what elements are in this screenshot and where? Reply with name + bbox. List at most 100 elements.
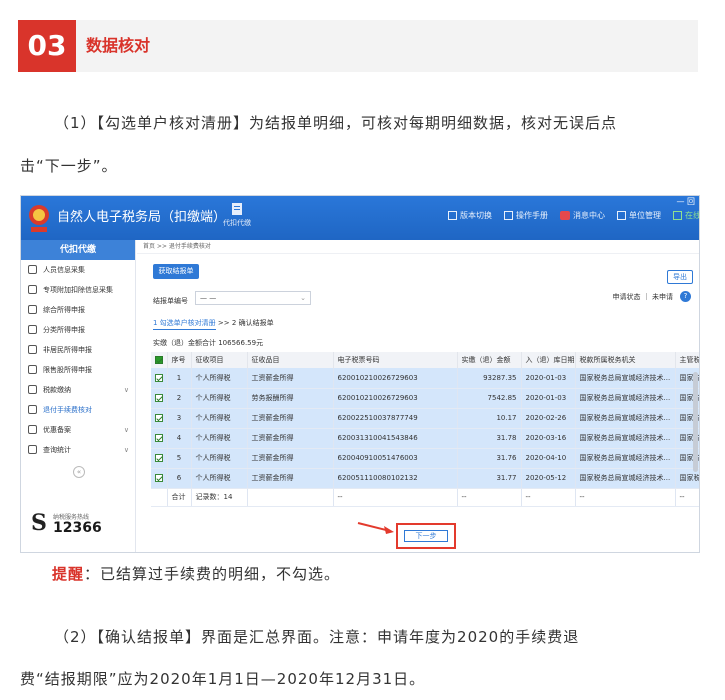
table-cell: 国家税务总局宣城经济技术... xyxy=(575,448,676,469)
hotline-number: 12366 xyxy=(53,520,102,536)
sidebar-collapse-icon[interactable]: « xyxy=(73,466,85,478)
get-statement-button[interactable]: 获取结报单 xyxy=(153,264,199,279)
sidebar-item[interactable]: 税款缴纳 ∨ xyxy=(21,380,135,400)
sidebar-item-label: 查询统计 xyxy=(43,446,71,454)
footer-cell: -- xyxy=(575,488,676,507)
doc-icon xyxy=(28,425,37,434)
national-emblem-icon xyxy=(29,205,49,232)
next-step-button[interactable]: 下一步 xyxy=(404,530,448,542)
table-row[interactable]: 6 个人所得税 工资薪金所得 620051110080102132 31.77 2020-… xyxy=(151,468,699,489)
search-icon xyxy=(28,445,37,454)
row-checkbox[interactable] xyxy=(151,428,168,449)
doc-icon xyxy=(28,405,37,414)
person-icon xyxy=(28,345,37,354)
amount-total: 实缴（退）金额合计 106566.59元 xyxy=(153,339,264,347)
vertical-scrollbar[interactable] xyxy=(693,372,698,472)
table-cell: 个人所得税 xyxy=(191,408,248,429)
manual-button[interactable]: 操作手册 xyxy=(504,210,548,221)
breadcrumb[interactable]: 首页 >> 退付手续费核对 xyxy=(137,240,699,254)
step-2-tab[interactable]: 2 确认结报单 xyxy=(232,319,274,327)
table-row[interactable]: 4 个人所得税 工资薪金所得 620031310041543846 31.78 2020-… xyxy=(151,428,699,449)
footer-cell: -- xyxy=(333,488,458,507)
top-toolbar: 版本切换 操作手册 消息中心 单位管理 在线 xyxy=(448,210,699,221)
sidebar-item-label: 优惠备案 xyxy=(43,426,71,434)
sidebar-item-label: 分类所得申报 xyxy=(43,326,85,334)
chevron-down-icon: ⌄ xyxy=(300,294,306,302)
sidebar-item[interactable]: 专项附加扣除信息采集 xyxy=(21,280,135,300)
table-cell: 31.77 xyxy=(457,468,522,489)
table-row[interactable]: 5 个人所得税 工资薪金所得 620040910051476003 31.76 2020-… xyxy=(151,448,699,469)
row-checkbox[interactable] xyxy=(151,408,168,429)
sidebar-item-label: 非居民所得申报 xyxy=(43,346,92,354)
table-cell: 620010210026729603 xyxy=(333,368,458,389)
tip-label: 提醒 xyxy=(52,565,85,583)
sidebar-item[interactable]: 查询统计 ∨ xyxy=(21,440,135,460)
bar-chart-icon xyxy=(28,365,37,374)
table-cell: 国家税务总局宣城经济技术... xyxy=(575,388,676,409)
row-checkbox[interactable] xyxy=(151,448,168,469)
app-title: 自然人电子税务局（扣缴端） xyxy=(57,210,227,225)
help-icon[interactable]: ? xyxy=(680,291,691,302)
table-row[interactable]: 1 个人所得税 工资薪金所得 620010210026729603 93287.35 20… xyxy=(151,368,699,389)
row-checkbox[interactable] xyxy=(151,388,168,409)
building-icon xyxy=(617,211,626,220)
version-switch-button[interactable]: 版本切换 xyxy=(448,210,492,221)
sidebar-item[interactable]: 人员信息采集 xyxy=(21,260,135,280)
app-top-bar: 自然人电子税务局（扣缴端） 代扣代缴 版本切换 操作手册 消息中心 单位管理 在… xyxy=(21,196,699,240)
table-row[interactable]: 3 个人所得税 工资薪金所得 620022510037877749 10.17 2020-… xyxy=(151,408,699,429)
section-number: 03 xyxy=(18,20,76,72)
table-row[interactable]: 2 个人所得税 劳务报酬所得 620010210026729603 7542.85 202… xyxy=(151,388,699,409)
select-all-checkbox[interactable] xyxy=(151,352,168,368)
sidebar-item[interactable]: 综合所得申报 xyxy=(21,300,135,320)
tax-s-logo-icon: S xyxy=(31,510,47,536)
deputy-module-label: 代扣代缴 xyxy=(223,219,251,227)
sidebar-item[interactable]: 退付手续费核对 xyxy=(21,400,135,420)
row-checkbox[interactable] xyxy=(151,368,168,389)
batch-number-value: — — xyxy=(200,294,217,302)
hotline-badge: S 纳税服务热线 12366 xyxy=(31,510,131,542)
message-icon xyxy=(560,211,570,220)
sidebar-item[interactable]: 限售股所得申报 xyxy=(21,360,135,380)
row-checkbox[interactable] xyxy=(151,468,168,489)
message-center-button[interactable]: 消息中心 xyxy=(560,210,605,221)
table-cell: 国家税务总局宣城经济技术... xyxy=(575,368,676,389)
table-cell: 620040910051476003 xyxy=(333,448,458,469)
deputy-module-button[interactable]: 代扣代缴 xyxy=(217,202,257,228)
window-controls[interactable]: — 回 xyxy=(676,196,695,207)
main-panel: 首页 >> 退付手续费核对 获取结报单 导出 结报单编号 — — ⌄ 申请状态 … xyxy=(137,240,699,552)
chevron-down-icon: ∨ xyxy=(123,386,129,394)
table-cell: 31.76 xyxy=(457,448,522,469)
chat-icon xyxy=(673,211,682,220)
footer-cell: -- xyxy=(675,488,699,507)
tip-text: ：已结算过手续费的明细，不勾选。 xyxy=(84,565,341,583)
clock-icon xyxy=(28,325,37,334)
table-cell: 2020-02-26 xyxy=(521,408,576,429)
sidebar: 代扣代缴 人员信息采集 专项附加扣除信息采集 综合所得申报分类所得申报 非居民所得申报… xyxy=(21,240,136,552)
sidebar-item[interactable]: 分类所得申报 xyxy=(21,320,135,340)
online-service-button[interactable]: 在线 xyxy=(673,210,699,221)
col-header-item: 征收项目 xyxy=(191,352,248,368)
paragraph-2-line-1: （2）【确认结报单】界面是汇总界面。注意：申请年度为2020的手续费退 xyxy=(54,628,580,646)
unit-management-button[interactable]: 单位管理 xyxy=(617,210,661,221)
footer-cell: -- xyxy=(521,488,576,507)
sidebar-item-label: 限售股所得申报 xyxy=(43,366,92,374)
table-cell: 工资薪金所得 xyxy=(247,468,334,489)
col-header-date: 入（退）库日期 xyxy=(521,352,576,368)
person-icon xyxy=(28,265,37,274)
sidebar-header: 代扣代缴 xyxy=(21,240,135,260)
export-button[interactable]: 导出 xyxy=(667,270,693,284)
table-cell: 国家税务总局宣城经济技术... xyxy=(575,468,676,489)
batch-number-label: 结报单编号 xyxy=(153,297,188,305)
switch-icon xyxy=(448,211,457,220)
table-cell: 个人所得税 xyxy=(191,388,248,409)
chevron-down-icon: ∨ xyxy=(123,426,129,434)
apply-status: 申请状态 ｜ 未申请 xyxy=(612,293,673,301)
section-title: 数据核对 xyxy=(86,36,151,55)
sidebar-item[interactable]: 优惠备案 ∨ xyxy=(21,420,135,440)
col-header-subitem: 征收品目 xyxy=(247,352,334,368)
sidebar-item[interactable]: 非居民所得申报 xyxy=(21,340,135,360)
step-1-tab[interactable]: 1 勾选单户核对清册 xyxy=(153,319,216,330)
paragraph-1-line-2: 击“下一步”。 xyxy=(20,157,118,175)
section-header: 03 数据核对 xyxy=(18,20,698,72)
batch-number-select[interactable]: — — ⌄ xyxy=(195,291,311,305)
